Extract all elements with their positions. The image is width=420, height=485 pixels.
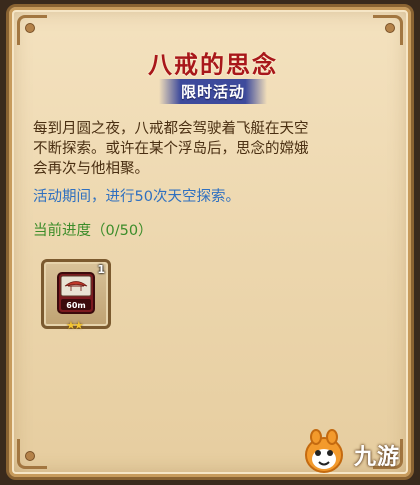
watermark-text: 九游 (354, 445, 401, 470)
corner-stud (385, 23, 395, 33)
description-line: 会再次与他相聚。 (33, 161, 149, 177)
item-count: 1 (97, 263, 105, 276)
star-rating: ★★ (66, 319, 84, 332)
jiuyou-mascot-icon (305, 429, 343, 473)
subtitle-banner: 限时活动 (9, 79, 417, 104)
corner-stud (25, 23, 35, 33)
event-subtitle: 限时活动 (158, 79, 267, 104)
watermark-logo: 九游 (298, 427, 408, 477)
corner-stud (25, 451, 35, 461)
description-line: 每到月圆之夜，八戒都会驾驶着飞艇在天空 (33, 121, 309, 137)
airship-ticket-icon: 60m (57, 272, 95, 314)
item-label: 60m (66, 301, 85, 310)
event-title: 八戒的思念 (148, 51, 278, 79)
event-description: 每到月圆之夜，八戒都会驾驶着飞艇在天空 不断探索。或许在某个浮岛后，思念的嫦娥 … (33, 119, 383, 179)
progress-text: 当前进度（0/50） (33, 223, 153, 239)
reward-item-slot[interactable]: 60m 1 ★★ (41, 259, 111, 332)
event-period-text: 活动期间，进行50次天空探索。 (33, 189, 240, 205)
description-line: 不断探索。或许在某个浮岛后，思念的嫦娥 (33, 141, 309, 157)
event-panel: 八戒的思念 限时活动 每到月圆之夜，八戒都会驾驶着飞艇在天空 不断探索。或许在某… (6, 4, 414, 480)
